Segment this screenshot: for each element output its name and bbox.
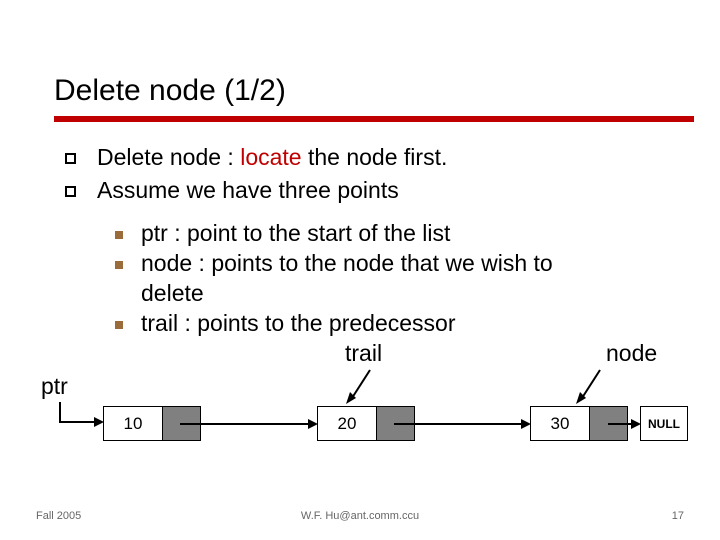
ptr-label: ptr (41, 373, 68, 400)
arrow-icon (340, 368, 380, 408)
bullet-line: Delete node : locate the node first. (97, 144, 447, 171)
subbullet-marker (115, 261, 123, 269)
subbullet-marker (115, 231, 123, 239)
node-label: node (606, 340, 657, 367)
arrow-icon (570, 368, 610, 408)
arrow-icon (54, 400, 104, 444)
arrow-icon (608, 419, 641, 429)
subbullet-line: delete (141, 280, 204, 307)
bullet-line: Assume we have three points (97, 177, 399, 204)
trail-label: trail (345, 340, 382, 367)
null-box: NULL (640, 406, 688, 441)
bullet-marker (65, 153, 76, 164)
text-red: locate (240, 144, 301, 170)
bullet-marker (65, 186, 76, 197)
node-value: 30 (531, 407, 589, 440)
subbullet-line: trail : points to the predecessor (141, 310, 456, 337)
slide-title: Delete node (1/2) (54, 74, 286, 108)
arrow-icon (180, 419, 318, 429)
arrow-icon (394, 419, 531, 429)
title-underline (54, 116, 694, 122)
subbullet-line: node : points to the node that we wish t… (141, 250, 553, 277)
slide: Delete node (1/2) Delete node : locate t… (0, 0, 720, 540)
footer-right: 17 (672, 510, 684, 522)
text: the node first. (302, 144, 448, 170)
text: Delete node : (97, 144, 240, 170)
node-value: 20 (318, 407, 376, 440)
node-value: 10 (104, 407, 162, 440)
subbullet-marker (115, 321, 123, 329)
footer-center: W.F. Hu@ant.comm.ccu (0, 510, 720, 522)
subbullet-line: ptr : point to the start of the list (141, 220, 450, 247)
